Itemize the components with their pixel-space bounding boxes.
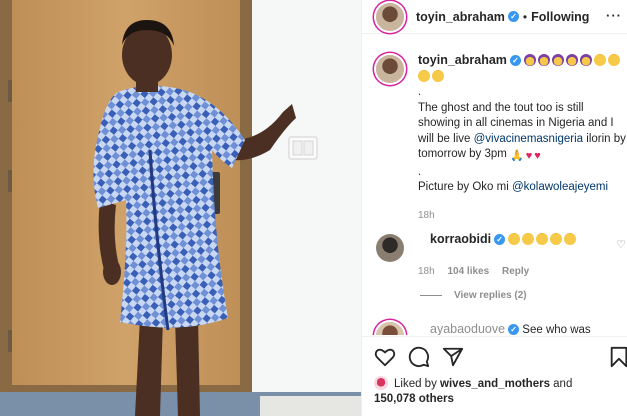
heart-emoji-icon: ♥ — [534, 150, 541, 162]
mention-link[interactable]: @vivacinemasnigeria — [474, 133, 583, 145]
comment-body: ayabaoduove ✓ See who was — [418, 322, 626, 335]
liker-username[interactable]: wives_and_mothers — [440, 378, 550, 390]
comment-timestamp[interactable]: 18h — [418, 266, 435, 277]
following-button[interactable]: Following — [531, 10, 589, 24]
comment-item: korraobidi ✓ 18h 104 likes Reply ♡ — [374, 232, 626, 279]
view-replies-label: View replies (2) — [454, 290, 527, 301]
commenter-username[interactable]: korraobidi — [430, 232, 491, 246]
crown-emoji-icon — [538, 54, 551, 66]
credit-mention-link[interactable]: @kolawoleajeyemi — [512, 181, 608, 193]
laughing-emoji-icon — [508, 233, 521, 245]
likes-summary: Liked by wives_and_mothers and 150,078 o… — [374, 376, 624, 407]
commenter-avatar[interactable] — [376, 234, 404, 262]
share-icon[interactable] — [442, 346, 464, 368]
crown-emoji-icon — [580, 54, 593, 66]
bookmark-icon[interactable] — [608, 346, 627, 368]
crown-emoji-icon — [566, 54, 579, 66]
verified-badge-icon: ✓ — [494, 234, 506, 246]
comment-like-heart-icon[interactable]: ♡ — [616, 238, 626, 251]
comment-item: ayabaoduove ✓ See who was — [374, 322, 626, 335]
author-username[interactable]: toyin_abraham — [416, 10, 505, 24]
caption-separator: . — [418, 165, 422, 178]
caption: toyin_abraham ✓ . The ghost and the tout … — [374, 53, 626, 223]
likes-count[interactable]: 150,078 others — [374, 392, 624, 407]
heart-eyes-emoji-icon — [550, 233, 563, 245]
smile-emoji-icon — [418, 69, 430, 82]
post-header: toyin_abraham ✓ • Following ··· — [362, 0, 627, 34]
liked-by-and: and — [549, 378, 573, 390]
action-bar — [362, 336, 627, 376]
post-side-panel: toyin_abraham ✓ • Following ··· toyin_ab… — [361, 0, 627, 416]
author-avatar[interactable] — [376, 2, 404, 31]
caption-credit: Picture by Oko mi @kolawoleajeyemi — [418, 180, 626, 196]
liker-avatar[interactable] — [374, 376, 388, 390]
more-options-icon[interactable]: ··· — [606, 8, 622, 23]
post-photo[interactable] — [0, 0, 361, 416]
comment-likes[interactable]: 104 likes — [447, 266, 489, 277]
smile-emoji-icon — [432, 69, 444, 82]
crown-emoji-icon — [524, 54, 537, 66]
commenter-avatar[interactable] — [376, 322, 404, 335]
heart-eyes-emoji-icon — [564, 233, 577, 245]
caption-timestamp[interactable]: 18h — [418, 208, 626, 224]
heart-eyes-emoji-icon — [522, 233, 535, 245]
view-replies-button[interactable]: View replies (2) — [420, 290, 527, 301]
pray-emoji-icon: 🙏 — [510, 150, 524, 162]
verified-badge-icon: ✓ — [509, 55, 521, 67]
liked-by-prefix: Liked by — [394, 378, 441, 390]
caption-username[interactable]: toyin_abraham — [418, 53, 507, 67]
separator-dot: • — [522, 9, 528, 24]
smile-emoji-icon — [594, 54, 607, 66]
verified-badge-icon: ✓ — [508, 324, 520, 335]
heart-emoji-icon: ♥ — [525, 150, 533, 162]
caption-separator: . — [418, 86, 422, 98]
comment-text: See who was — [522, 324, 591, 335]
commenter-username[interactable]: ayabaoduove — [430, 322, 505, 335]
comment-icon[interactable] — [408, 346, 430, 368]
comments-section[interactable]: toyin_abraham ✓ . The ghost and the tout … — [362, 35, 627, 335]
caption-author-avatar[interactable] — [376, 55, 404, 83]
heart-eyes-emoji-icon — [536, 233, 549, 245]
photo-illustration — [0, 0, 361, 416]
heart-icon[interactable] — [374, 346, 396, 368]
smile-emoji-icon — [608, 54, 621, 66]
reply-button[interactable]: Reply — [502, 266, 529, 277]
caption-body: toyin_abraham ✓ . The ghost and the tout … — [418, 53, 626, 223]
caption-text: The ghost and the tout too is still show… — [418, 101, 626, 165]
verified-badge-icon: ✓ — [507, 11, 519, 22]
credit-text: Picture by Oko mi — [418, 181, 512, 193]
comment-body: korraobidi ✓ 18h 104 likes Reply — [418, 232, 626, 279]
comment-meta: 18h 104 likes Reply — [418, 264, 626, 279]
replies-divider — [420, 295, 442, 296]
crown-emoji-icon — [552, 54, 565, 66]
